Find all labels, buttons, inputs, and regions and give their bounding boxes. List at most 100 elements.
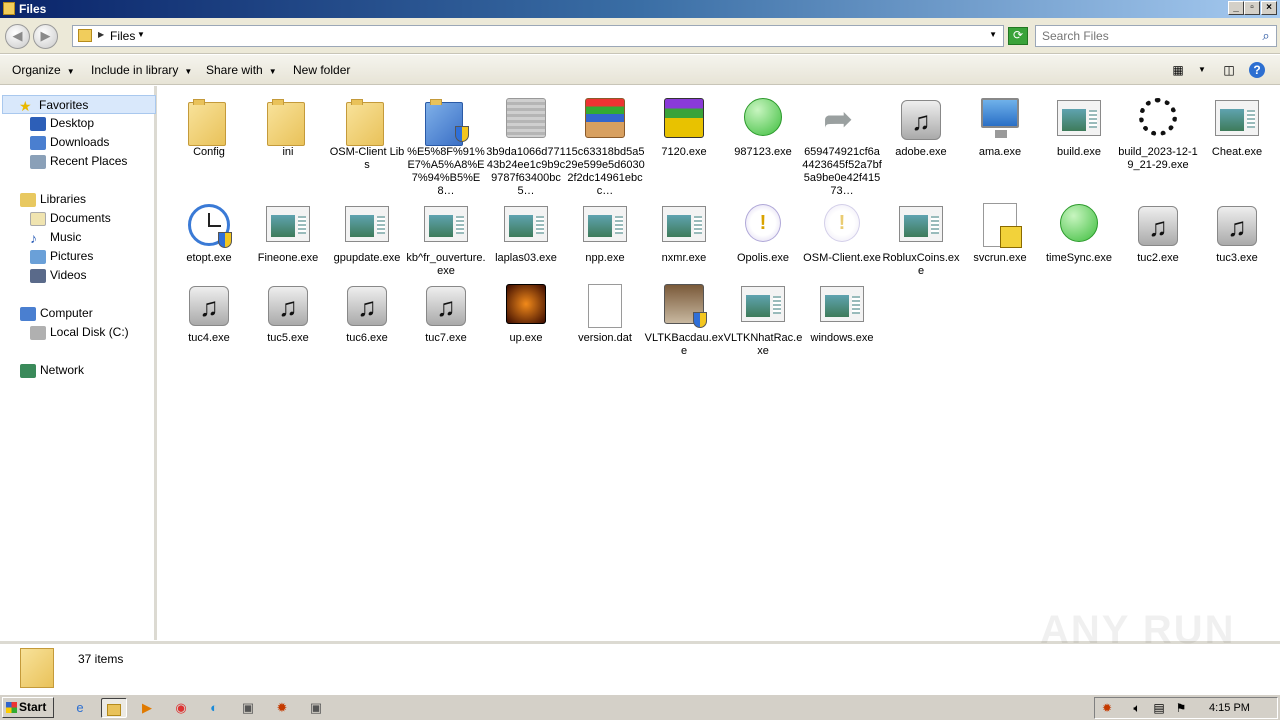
file-item[interactable]: RobluxCoins.exe bbox=[881, 200, 961, 278]
file-item[interactable]: ➦ 659474921cf6a4423645f52a7bf5a9be0e42f41… bbox=[802, 94, 882, 198]
chrome-icon[interactable]: ◉ bbox=[170, 698, 192, 718]
file-item[interactable]: npp.exe bbox=[565, 200, 645, 265]
file-item[interactable]: Cheat.exe bbox=[1197, 94, 1277, 159]
breadcrumb[interactable]: Files bbox=[110, 29, 135, 43]
share-with-button[interactable]: Share with ▼ bbox=[206, 63, 277, 77]
start-button[interactable]: Start bbox=[2, 697, 54, 718]
chevron-down-icon: ▼ bbox=[268, 67, 277, 76]
address-dropdown-icon[interactable]: ▼ bbox=[989, 30, 997, 39]
minimize-button[interactable]: _ bbox=[1228, 1, 1244, 15]
file-item[interactable]: 3b9da1066d77143b24ee1c9b9c9787f63400bc5… bbox=[486, 94, 566, 198]
game-app-icon[interactable]: ✹ bbox=[271, 698, 293, 718]
organize-label: Organize bbox=[12, 63, 61, 77]
file-item[interactable]: ♫ tuc5.exe bbox=[248, 280, 328, 345]
help-icon[interactable]: ? bbox=[1249, 62, 1265, 78]
app-window-icon[interactable]: ▣ bbox=[305, 698, 327, 718]
file-item[interactable]: windows.exe bbox=[802, 280, 882, 345]
file-item[interactable]: up.exe bbox=[486, 280, 566, 345]
file-item[interactable]: Fineone.exe bbox=[248, 200, 328, 265]
file-item[interactable]: gpupdate.exe bbox=[327, 200, 407, 265]
nav-recent-places[interactable]: Recent Places bbox=[30, 152, 127, 171]
refresh-button[interactable]: ⟳ bbox=[1008, 27, 1028, 45]
nav-favorites[interactable]: ★ Favorites bbox=[2, 95, 156, 114]
file-item[interactable]: nxmr.exe bbox=[644, 200, 724, 265]
nav-computer[interactable]: Computer bbox=[20, 304, 93, 323]
chevron-down-icon[interactable]: ▼ bbox=[1194, 62, 1210, 78]
address-box[interactable]: ▶ Files ▼ ▼ bbox=[72, 25, 1004, 47]
game-tray-icon[interactable]: ✹ bbox=[1099, 700, 1115, 716]
preview-pane-icon[interactable]: ◫ bbox=[1221, 62, 1237, 78]
nav-documents[interactable]: Documents bbox=[30, 209, 111, 228]
search-box[interactable]: ⌕ bbox=[1035, 25, 1277, 47]
file-item[interactable]: ♫ adobe.exe bbox=[881, 94, 961, 159]
forward-button[interactable]: ▶ bbox=[33, 24, 58, 49]
back-button[interactable]: ◀ bbox=[5, 24, 30, 49]
file-item[interactable]: ♫ tuc6.exe bbox=[327, 280, 407, 345]
window-title: Files bbox=[19, 2, 47, 16]
file-icon bbox=[738, 94, 788, 144]
file-item[interactable]: ♫ tuc2.exe bbox=[1118, 200, 1198, 265]
media-player-icon[interactable]: ▶ bbox=[136, 698, 158, 718]
nav-pictures[interactable]: Pictures bbox=[30, 247, 93, 266]
file-item[interactable]: ♫ tuc4.exe bbox=[169, 280, 249, 345]
file-item[interactable]: %E5%8F%91%E7%A5%A8%E7%94%B5%E8… bbox=[406, 94, 486, 198]
network-icon[interactable]: ▤ bbox=[1151, 700, 1167, 716]
file-icon bbox=[184, 94, 234, 146]
file-item[interactable]: kb^fr_ouverture.exe bbox=[406, 200, 486, 278]
internet-explorer-icon[interactable]: e bbox=[69, 698, 91, 718]
chevron-down-icon: ▼ bbox=[66, 67, 75, 76]
chevron-down-icon[interactable]: ▼ bbox=[137, 30, 145, 39]
downloads-icon bbox=[30, 135, 46, 150]
nav-videos[interactable]: Videos bbox=[30, 266, 86, 285]
clock[interactable]: 4:15 PM bbox=[1209, 702, 1250, 714]
flag-icon[interactable]: ⚑ bbox=[1173, 700, 1189, 716]
nav-local-disk[interactable]: Local Disk (C:) bbox=[30, 323, 129, 342]
file-name: 659474921cf6a4423645f52a7bf5a9be0e42f415… bbox=[802, 146, 882, 197]
search-input[interactable] bbox=[1036, 26, 1254, 46]
videos-icon bbox=[30, 268, 46, 283]
nav-music-label: Music bbox=[50, 230, 82, 244]
file-item[interactable]: version.dat bbox=[565, 280, 645, 345]
file-item[interactable]: VLTKBacdau.exe bbox=[644, 280, 724, 358]
file-item[interactable]: build.exe bbox=[1039, 94, 1119, 159]
file-item[interactable]: 987123.exe bbox=[723, 94, 803, 159]
file-item[interactable]: OSM-Client Libs bbox=[327, 94, 407, 172]
file-item[interactable]: etopt.exe bbox=[169, 200, 249, 265]
file-item[interactable]: timeSync.exe bbox=[1039, 200, 1119, 265]
file-item[interactable]: ♫ tuc7.exe bbox=[406, 280, 486, 345]
file-icon bbox=[1054, 94, 1104, 144]
organize-button[interactable]: Organize ▼ bbox=[12, 63, 75, 77]
maximize-button[interactable]: ▫ bbox=[1244, 1, 1260, 15]
file-item[interactable]: ♫ tuc3.exe bbox=[1197, 200, 1277, 265]
file-icon bbox=[659, 200, 709, 250]
close-button[interactable]: × bbox=[1261, 1, 1277, 15]
chevron-right-icon[interactable]: ▶ bbox=[98, 30, 104, 39]
search-icon[interactable]: ⌕ bbox=[1258, 28, 1274, 44]
file-item[interactable]: Config bbox=[169, 94, 249, 159]
file-item[interactable]: ! OSM-Client.exe bbox=[802, 200, 882, 265]
file-item[interactable]: build_2023-12-19_21-29.exe bbox=[1118, 94, 1198, 172]
explorer-taskbar-button[interactable] bbox=[101, 698, 127, 718]
view-options-icon[interactable]: ▦ bbox=[1170, 62, 1186, 78]
edge-icon[interactable]: ◐ bbox=[203, 698, 225, 718]
nav-downloads[interactable]: Downloads bbox=[30, 133, 109, 152]
file-item[interactable]: VLTKNhatRac.exe bbox=[723, 280, 803, 358]
navigation-pane: ★ Favorites Desktop Downloads Recent Plac… bbox=[0, 86, 157, 640]
app-window-icon[interactable]: ▣ bbox=[237, 698, 259, 718]
nav-libraries[interactable]: Libraries bbox=[20, 190, 86, 209]
new-folder-button[interactable]: New folder bbox=[293, 63, 350, 77]
nav-network[interactable]: Network bbox=[20, 361, 84, 380]
file-item[interactable]: laplas03.exe bbox=[486, 200, 566, 265]
document-icon bbox=[588, 284, 622, 328]
file-item[interactable]: ! Opolis.exe bbox=[723, 200, 803, 265]
include-in-library-button[interactable]: Include in library ▼ bbox=[91, 63, 192, 77]
file-icon bbox=[1054, 200, 1104, 250]
nav-music[interactable]: ♪ Music bbox=[30, 228, 81, 247]
nav-desktop[interactable]: Desktop bbox=[30, 114, 94, 133]
file-item[interactable]: 7120.exe bbox=[644, 94, 724, 159]
file-item[interactable]: ini bbox=[248, 94, 328, 159]
volume-icon[interactable]: 🔈︎ bbox=[1129, 700, 1145, 716]
file-item[interactable]: svcrun.exe bbox=[960, 200, 1040, 265]
file-item[interactable]: 15c63318bd5a529e599e5d60302f2dc14961ebcc… bbox=[565, 94, 645, 198]
file-item[interactable]: ama.exe bbox=[960, 94, 1040, 159]
